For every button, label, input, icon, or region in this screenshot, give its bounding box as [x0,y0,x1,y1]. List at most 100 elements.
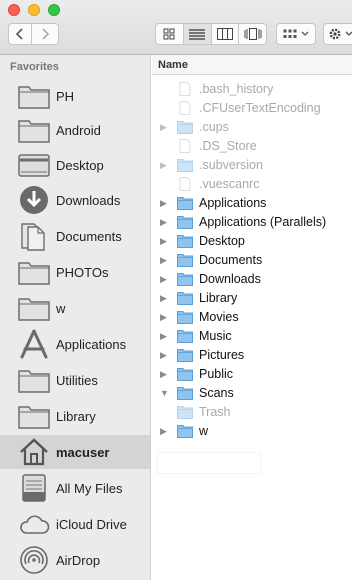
folder-icon [18,257,50,287]
minimize-window-button[interactable] [28,4,40,16]
sidebar-item-desktop[interactable]: Desktop [0,148,150,182]
file-name: Public [199,367,234,381]
list-item[interactable]: ▼ Scans [152,384,352,403]
folder-icon [177,329,193,343]
icon-view-icon [163,28,175,40]
sidebar-item-downloads[interactable]: Downloads [0,183,150,217]
folder-icon [177,196,193,210]
sidebar-item-photos[interactable]: PHOTOs [0,255,150,289]
list-item[interactable]: ▶ .subversion [152,156,352,175]
forward-button[interactable] [31,23,59,45]
sidebar-item-library[interactable]: Library [0,399,150,433]
home-icon [18,437,50,467]
file-name: .CFUserTextEncoding [199,101,321,115]
sidebar-item-applications[interactable]: Applications [0,327,150,361]
close-window-button[interactable] [8,4,20,16]
column-view-icon [216,28,233,40]
cover-flow-icon [244,28,262,40]
disclosure-down-icon[interactable]: ▼ [160,389,169,398]
folder-icon [177,215,193,229]
file-icon [177,101,193,115]
list-item[interactable]: .CFUserTextEncoding [152,99,352,118]
gear-icon [329,28,341,40]
sidebar-item-label: macuser [56,444,110,460]
list-item[interactable]: .bash_history [152,80,352,99]
disclosure-right-icon[interactable]: ▶ [160,275,167,284]
sidebar-item-documents[interactable]: Documents [0,219,150,253]
zoom-window-button[interactable] [48,4,60,16]
downloads-icon [18,185,50,215]
folder-icon [18,115,50,145]
action-menu-button[interactable] [323,23,352,45]
disclosure-right-icon[interactable]: ▶ [160,199,167,208]
disclosure-right-icon[interactable]: ▶ [160,161,167,170]
list-item[interactable]: ▶ Documents [152,251,352,270]
icon-view-button[interactable] [156,24,184,44]
sidebar-item-label: Applications [56,336,127,352]
disclosure-right-icon[interactable]: ▶ [160,218,167,227]
file-name: Scans [199,386,234,400]
list-item[interactable]: .DS_Store [152,137,352,156]
sidebar-item-utilities[interactable]: Utilities [0,363,150,397]
disclosure-right-icon[interactable]: ▶ [160,351,167,360]
blank-area [158,453,260,473]
list-item[interactable]: .vuescanrc [152,175,352,194]
folder-icon [177,253,193,267]
list-item[interactable]: ▶ Desktop [152,232,352,251]
folder-icon [177,424,193,438]
sidebar-item-label: PH [56,88,75,104]
disclosure-right-icon[interactable]: ▶ [160,427,167,436]
sidebar-item-w[interactable]: w [0,291,150,325]
cloud-icon [18,509,50,539]
file-name: Downloads [199,272,261,286]
applications-icon [18,329,50,359]
sidebar-item-label: PHOTOs [56,264,109,280]
toolbar [0,0,352,55]
file-name: Applications [199,196,267,210]
column-view-button[interactable] [212,24,240,44]
list-view-icon [189,29,206,40]
file-icon [177,177,193,191]
chevron-down-icon [301,31,309,36]
disclosure-right-icon[interactable]: ▶ [160,123,167,132]
sidebar-item-all-my-files[interactable]: All My Files [0,471,150,505]
sidebar-item-icloud-drive[interactable]: iCloud Drive [0,507,150,541]
list-item[interactable]: Trash [152,403,352,422]
documents-icon [18,221,50,251]
sidebar-item-android[interactable]: Android [0,113,150,147]
sidebar: Favorites PH Android Desktop Downloads D… [0,55,151,580]
list-item[interactable]: ▶ Movies [152,308,352,327]
folder-icon [177,158,193,172]
cover-flow-view-button[interactable] [239,24,266,44]
sidebar-item-ph[interactable]: PH [0,79,150,113]
disclosure-right-icon[interactable]: ▶ [160,294,167,303]
name-column-header[interactable]: Name [152,55,352,75]
list-item[interactable]: ▶ .cups [152,118,352,137]
list-item[interactable]: ▶ Pictures [152,346,352,365]
sidebar-item-airdrop[interactable]: AirDrop [0,543,150,577]
sidebar-item-label: Downloads [56,192,121,208]
sidebar-item-macuser[interactable]: macuser [0,435,150,469]
disclosure-right-icon[interactable]: ▶ [160,237,167,246]
list-item[interactable]: ▶ Public [152,365,352,384]
list-item[interactable]: ▶ Downloads [152,270,352,289]
sidebar-item-label: Desktop [56,157,104,173]
folder-icon [177,405,193,419]
back-button[interactable] [8,23,32,45]
arrange-button[interactable] [276,23,316,45]
file-name: w [199,424,209,438]
sidebar-item-label: AirDrop [56,552,101,568]
list-item[interactable]: ▶ w [152,422,352,441]
list-view-button[interactable] [183,24,212,44]
disclosure-right-icon[interactable]: ▶ [160,256,167,265]
disclosure-right-icon[interactable]: ▶ [160,313,167,322]
file-name: Applications (Parallels) [199,215,327,229]
list-item[interactable]: ▶ Applications [152,194,352,213]
disclosure-right-icon[interactable]: ▶ [160,370,167,379]
chevron-down-icon [345,31,352,36]
chevron-right-icon [42,28,50,40]
list-item[interactable]: ▶ Library [152,289,352,308]
disclosure-right-icon[interactable]: ▶ [160,332,167,341]
list-item[interactable]: ▶ Music [152,327,352,346]
list-item[interactable]: ▶ Applications (Parallels) [152,213,352,232]
